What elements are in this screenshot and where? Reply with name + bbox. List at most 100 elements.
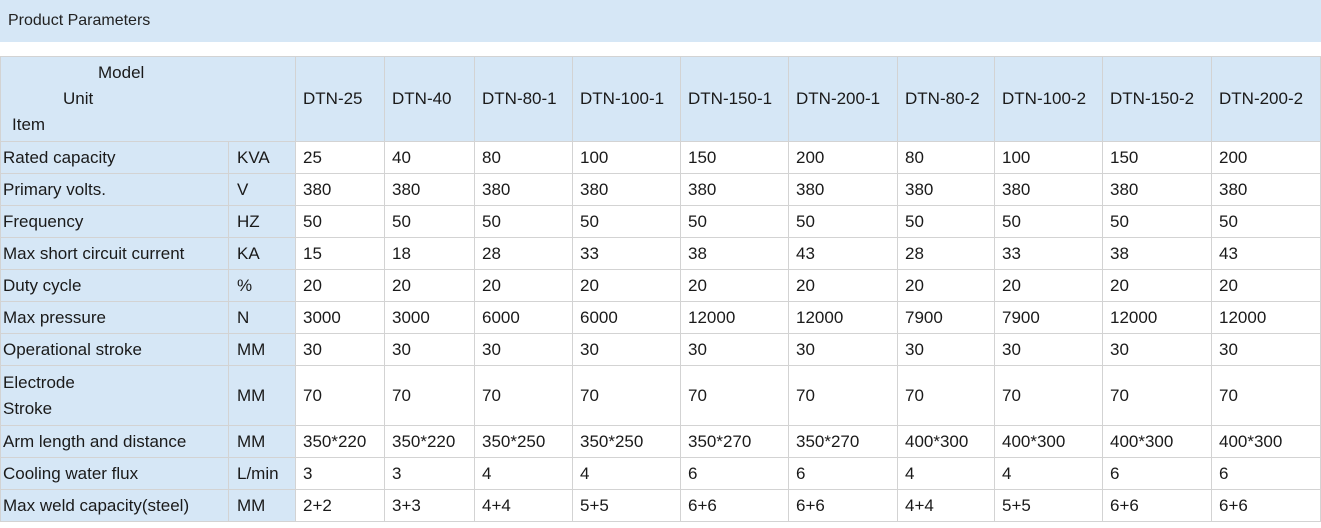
- table-cell: 380: [1211, 173, 1321, 206]
- table-cell: 4: [897, 457, 995, 490]
- table-cell: 70: [897, 365, 995, 426]
- model-header: DTN-150-1: [680, 56, 789, 142]
- table-cell: 30: [295, 333, 385, 366]
- table-cell: 6: [1211, 457, 1321, 490]
- table-cell: 30: [994, 333, 1103, 366]
- table-cell: 400*300: [1211, 425, 1321, 458]
- table-cell: 150: [1102, 141, 1212, 174]
- corner-unit-label: Unit: [63, 89, 94, 108]
- table-cell: 7900: [994, 301, 1103, 334]
- table-cell: 350*270: [680, 425, 789, 458]
- table-cell: 18: [384, 237, 475, 270]
- model-header: DTN-200-1: [788, 56, 898, 142]
- row-item-label: Arm length and distance: [0, 425, 229, 458]
- model-header: DTN-25: [295, 56, 385, 142]
- row-unit-label: KVA: [228, 141, 296, 174]
- table-cell: 70: [384, 365, 475, 426]
- table-cell: 33: [994, 237, 1103, 270]
- table-cell: 380: [1102, 173, 1212, 206]
- row-item-label: Cooling water flux: [0, 457, 229, 490]
- table-row: Frequency HZ 50 50 50 50 50 50 50 50 50 50: [0, 205, 1321, 238]
- table-cell: 50: [788, 205, 898, 238]
- table-cell: 33: [572, 237, 681, 270]
- table-cell: 6000: [474, 301, 573, 334]
- model-header: DTN-100-1: [572, 56, 681, 142]
- table-cell: 50: [994, 205, 1103, 238]
- table-cell: 70: [680, 365, 789, 426]
- table-cell: 6000: [572, 301, 681, 334]
- table-cell: 50: [680, 205, 789, 238]
- row-unit-label: MM: [228, 425, 296, 458]
- table-cell: 43: [788, 237, 898, 270]
- model-header: DTN-100-2: [994, 56, 1103, 142]
- row-item-label: Frequency: [0, 205, 229, 238]
- product-parameters-table: Model Unit Item DTN-25 DTN-40 DTN-80-1 D…: [0, 56, 1321, 522]
- table-cell: 380: [994, 173, 1103, 206]
- table-cell: 50: [384, 205, 475, 238]
- table-cell: 50: [897, 205, 995, 238]
- row-unit-label: HZ: [228, 205, 296, 238]
- table-row: Max pressure N 3000 3000 6000 6000 12000 12000 7…: [0, 301, 1321, 334]
- corner-header-cell: Model Unit Item: [0, 56, 296, 142]
- table-cell: 40: [384, 141, 475, 174]
- table-cell: 3000: [295, 301, 385, 334]
- table-row: Arm length and distance MM 350*220 350*220 3…: [0, 425, 1321, 458]
- table-cell: 6+6: [680, 489, 789, 522]
- table-cell: 30: [572, 333, 681, 366]
- table-cell: 3000: [384, 301, 475, 334]
- table-cell: 150: [680, 141, 789, 174]
- table-cell: 380: [680, 173, 789, 206]
- table-cell: 380: [474, 173, 573, 206]
- table-cell: 70: [994, 365, 1103, 426]
- row-unit-label: N: [228, 301, 296, 334]
- table-cell: 70: [1102, 365, 1212, 426]
- table-cell: 350*270: [788, 425, 898, 458]
- table-cell: 380: [897, 173, 995, 206]
- table-cell: 30: [1102, 333, 1212, 366]
- row-item-label: Electrode Stroke: [0, 365, 229, 426]
- table-cell: 400*300: [897, 425, 995, 458]
- table-cell: 3: [295, 457, 385, 490]
- row-unit-label: MM: [228, 489, 296, 522]
- table-cell: 25: [295, 141, 385, 174]
- table-cell: 7900: [897, 301, 995, 334]
- table-cell: 30: [474, 333, 573, 366]
- table-cell: 20: [572, 269, 681, 302]
- table-cell: 28: [474, 237, 573, 270]
- model-header: DTN-80-1: [474, 56, 573, 142]
- table-cell: 4: [994, 457, 1103, 490]
- table-header-row: Model Unit Item DTN-25 DTN-40 DTN-80-1 D…: [0, 56, 1321, 142]
- table-cell: 28: [897, 237, 995, 270]
- row-unit-label: KA: [228, 237, 296, 270]
- table-cell: 20: [897, 269, 995, 302]
- table-cell: 20: [384, 269, 475, 302]
- model-header: DTN-150-2: [1102, 56, 1212, 142]
- row-unit-label: %: [228, 269, 296, 302]
- table-cell: 5+5: [572, 489, 681, 522]
- table-cell: 50: [474, 205, 573, 238]
- table-row: Max weld capacity(steel) MM 2+2 3+3 4+4 5+5 6+…: [0, 489, 1321, 522]
- table-cell: 5+5: [994, 489, 1103, 522]
- table-cell: 70: [474, 365, 573, 426]
- table-row: Max short circuit current KA 15 18 28 33 38 43 2…: [0, 237, 1321, 270]
- table-cell: 400*300: [1102, 425, 1212, 458]
- table-cell: 3+3: [384, 489, 475, 522]
- table-cell: 70: [572, 365, 681, 426]
- table-cell: 20: [1211, 269, 1321, 302]
- table-cell: 50: [572, 205, 681, 238]
- table-cell: 30: [1211, 333, 1321, 366]
- table-row: Electrode Stroke MM 70 70 70 70 70 70 70 70 70 70: [0, 365, 1321, 426]
- table-cell: 4+4: [897, 489, 995, 522]
- row-item-label: Duty cycle: [0, 269, 229, 302]
- table-cell: 50: [295, 205, 385, 238]
- table-cell: 50: [1102, 205, 1212, 238]
- table-cell: 6+6: [1211, 489, 1321, 522]
- table-cell: 30: [680, 333, 789, 366]
- table-cell: 12000: [680, 301, 789, 334]
- model-header: DTN-40: [384, 56, 475, 142]
- table-cell: 38: [1102, 237, 1212, 270]
- table-cell: 80: [474, 141, 573, 174]
- table-cell: 350*220: [295, 425, 385, 458]
- row-item-label: Primary volts.: [0, 173, 229, 206]
- table-cell: 380: [788, 173, 898, 206]
